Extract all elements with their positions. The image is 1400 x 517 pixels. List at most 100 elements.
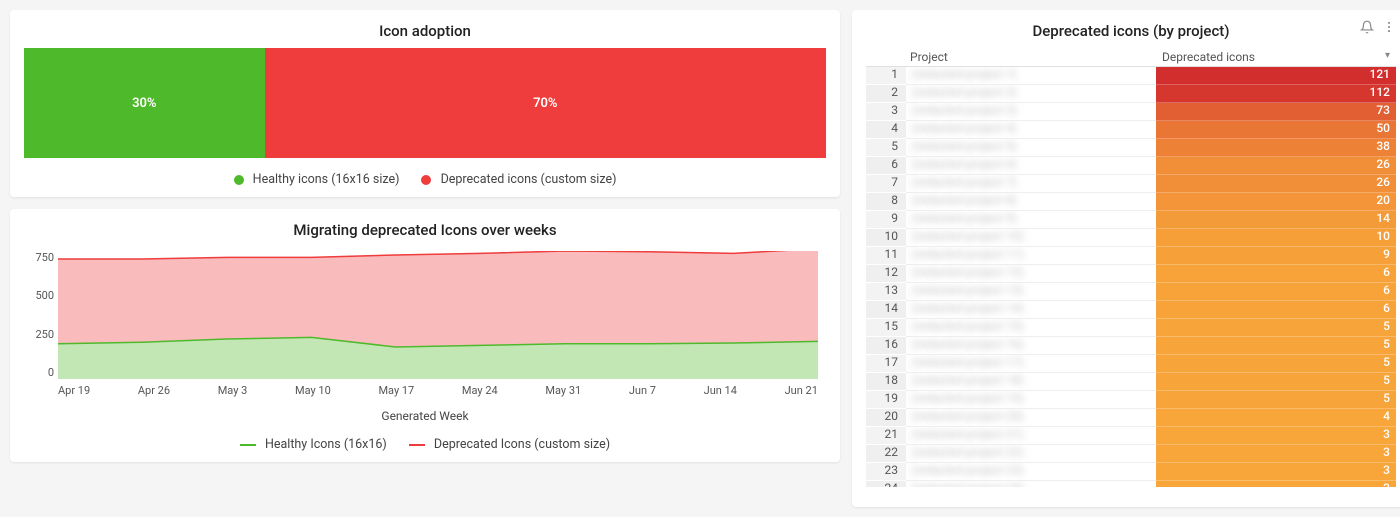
table-row[interactable]: 5(redacted project 5)38 [866,139,1396,157]
legend-item-healthy[interactable]: Healthy Icons (16x16) [240,437,387,452]
row-value: 5 [1156,355,1396,373]
row-value: 4 [1156,409,1396,427]
row-index: 2 [866,85,906,103]
row-value: 6 [1156,283,1396,301]
table-row[interactable]: 11(redacted project 11)9 [866,247,1396,265]
row-index: 7 [866,175,906,193]
panel-title: Icon adoption [379,22,471,40]
row-value: 5 [1156,337,1396,355]
table-row[interactable]: 22(redacted project 22)3 [866,445,1396,463]
bell-icon[interactable] [1360,20,1374,38]
table-row[interactable]: 8(redacted project 8)20 [866,193,1396,211]
table-row[interactable]: 13(redacted project 13)6 [866,283,1396,301]
x-tick: May 17 [378,384,414,397]
row-value: 10 [1156,229,1396,247]
sort-desc-icon: ▾ [1385,50,1390,64]
row-index: 19 [866,391,906,409]
legend-label: Healthy Icons (16x16) [265,437,387,452]
row-index: 17 [866,355,906,373]
row-index: 21 [866,427,906,445]
row-project: (redacted project 11) [906,247,1156,265]
table-body[interactable]: 1(redacted project 1)1212(redacted proje… [866,67,1396,487]
segment-deprecated: 70% [265,48,826,158]
y-tick: 250 [24,328,54,341]
row-index: 3 [866,103,906,121]
x-tick: Apr 26 [138,384,170,397]
row-project: (redacted project 20) [906,409,1156,427]
y-tick: 500 [24,289,54,302]
dot-icon [421,175,431,185]
row-index: 14 [866,301,906,319]
row-value: 26 [1156,175,1396,193]
row-index: 6 [866,157,906,175]
row-index: 16 [866,337,906,355]
row-value: 14 [1156,211,1396,229]
legend-item-deprecated[interactable]: Deprecated icons (custom size) [421,172,616,187]
row-index: 23 [866,463,906,481]
y-tick: 750 [24,251,54,264]
panel-header: Icon adoption [24,20,826,48]
x-tick: May 3 [218,384,248,397]
row-project: (redacted project 9) [906,211,1156,229]
segment-deprecated-label: 70% [533,96,557,111]
row-value: 6 [1156,301,1396,319]
table-row[interactable]: 7(redacted project 7)26 [866,175,1396,193]
table-row[interactable]: 18(redacted project 18)5 [866,373,1396,391]
x-tick: Apr 19 [58,384,90,397]
table-row[interactable]: 9(redacted project 9)14 [866,211,1396,229]
panel-header: Migrating deprecated Icons over weeks [24,219,826,247]
row-project: (redacted project 23) [906,463,1156,481]
legend-item-deprecated[interactable]: Deprecated Icons (custom size) [409,437,610,452]
col-project[interactable]: Project [906,50,1156,64]
table-row[interactable]: 17(redacted project 17)5 [866,355,1396,373]
panel-title: Migrating deprecated Icons over weeks [293,221,556,239]
row-project: (redacted project 8) [906,193,1156,211]
segment-healthy: 30% [24,48,265,158]
table-row[interactable]: 14(redacted project 14)6 [866,301,1396,319]
x-tick: May 24 [462,384,498,397]
dashboard: Icon adoption 30% 70% Healthy icons (16x… [10,10,1400,507]
table-row[interactable]: 2(redacted project 2)112 [866,85,1396,103]
area-svg [58,251,818,379]
table-row[interactable]: 24(redacted project 24)3 [866,481,1396,487]
row-project: (redacted project 4) [906,121,1156,139]
row-project: (redacted project 13) [906,283,1156,301]
table-row[interactable]: 20(redacted project 20)4 [866,409,1396,427]
row-project: (redacted project 17) [906,355,1156,373]
table-row[interactable]: 21(redacted project 21)3 [866,427,1396,445]
legend-label: Healthy icons (16x16 size) [253,172,400,187]
row-value: 6 [1156,265,1396,283]
row-index: 24 [866,481,906,487]
row-project: (redacted project 5) [906,139,1156,157]
row-index: 13 [866,283,906,301]
more-icon[interactable] [1382,20,1396,38]
table-row[interactable]: 15(redacted project 15)5 [866,319,1396,337]
row-index: 1 [866,67,906,85]
row-value: 3 [1156,463,1396,481]
legend-item-healthy[interactable]: Healthy icons (16x16 size) [234,172,400,187]
panel-by-project: Deprecated icons (by project) Project De… [852,10,1400,507]
table-row[interactable]: 4(redacted project 4)50 [866,121,1396,139]
row-value: 5 [1156,391,1396,409]
table-row[interactable]: 12(redacted project 12)6 [866,265,1396,283]
x-tick: May 10 [295,384,331,397]
table-row[interactable]: 6(redacted project 6)26 [866,157,1396,175]
row-index: 9 [866,211,906,229]
row-project: (redacted project 22) [906,445,1156,463]
col-index [866,50,906,64]
table-row[interactable]: 16(redacted project 16)5 [866,337,1396,355]
x-tick: May 31 [545,384,581,397]
right-column: Deprecated icons (by project) Project De… [852,10,1400,507]
table-row[interactable]: 23(redacted project 23)3 [866,463,1396,481]
row-value: 3 [1156,427,1396,445]
x-tick: Jun 14 [704,384,737,397]
table-row[interactable]: 1(redacted project 1)121 [866,67,1396,85]
x-axis: Apr 19 Apr 26 May 3 May 10 May 17 May 24 May 3… [58,384,818,397]
table-row[interactable]: 10(redacted project 10)10 [866,229,1396,247]
adoption-legend: Healthy icons (16x16 size) Deprecated ic… [24,158,826,187]
legend-label: Deprecated icons (custom size) [441,172,617,187]
panel-actions [1360,20,1396,38]
table-row[interactable]: 3(redacted project 3)73 [866,103,1396,121]
table-row[interactable]: 19(redacted project 19)5 [866,391,1396,409]
col-deprecated[interactable]: Deprecated icons ▾ [1156,50,1396,64]
